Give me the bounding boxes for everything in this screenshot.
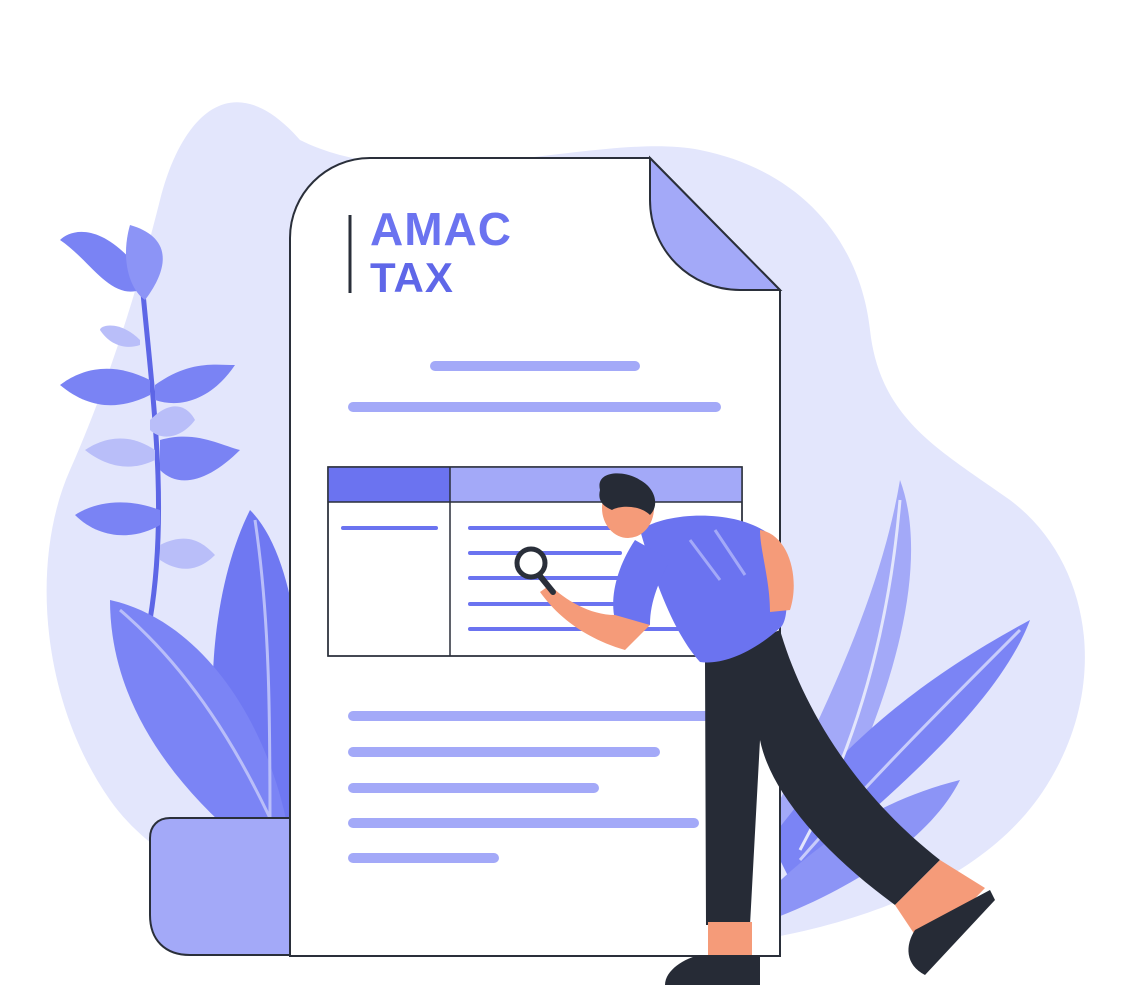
tax-document-illustration — [46, 102, 1085, 985]
plant-pot — [149, 817, 301, 956]
brand-logo-line2: TAX — [370, 254, 454, 301]
brand-logo-line1: AMAC — [370, 203, 512, 255]
